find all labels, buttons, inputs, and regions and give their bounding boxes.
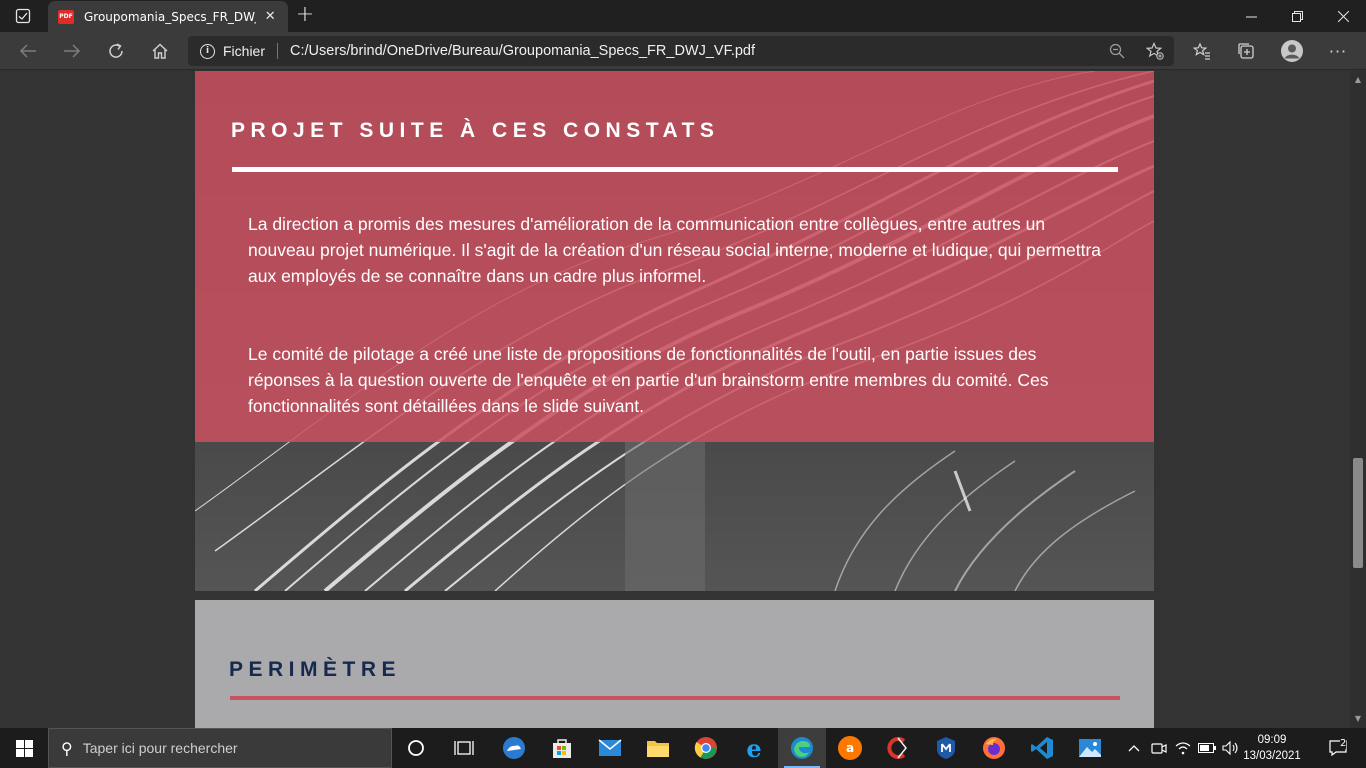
start-button[interactable] [0, 728, 48, 768]
mail-icon[interactable] [586, 728, 634, 768]
file-explorer-icon[interactable] [634, 728, 682, 768]
cortana-icon[interactable] [392, 728, 440, 768]
pdf-page-next: PERIMÈTRE [195, 600, 1154, 728]
paragraph-comite: Le comité de pilotage a créé une liste d… [248, 344, 1049, 416]
address-scheme: Fichier [223, 43, 266, 59]
internet-explorer-icon[interactable]: e [730, 728, 778, 768]
photos-icon[interactable] [1066, 728, 1114, 768]
more-options-icon[interactable]: ··· [1322, 36, 1354, 66]
pdf-file-icon: PDF [58, 9, 74, 24]
scrollbar-thumb[interactable] [1353, 458, 1363, 568]
notification-center-icon[interactable]: 2 [1318, 728, 1358, 768]
volume-icon[interactable] [1220, 728, 1242, 768]
scroll-down-icon[interactable]: ▼ [1350, 712, 1366, 726]
pdf-page: PROJET SUITE À CES CONSTATS La direction… [195, 71, 1154, 591]
search-placeholder: Taper ici pour rechercher [82, 740, 238, 756]
pdf-viewport: PROJET SUITE À CES CONSTATS La direction… [0, 71, 1366, 728]
microsoft-store-icon[interactable] [538, 728, 586, 768]
battery-icon[interactable] [1196, 728, 1218, 768]
address-url[interactable]: C:/Users/brind/OneDrive/Bureau/Groupoman… [290, 43, 755, 59]
forward-icon[interactable] [56, 36, 88, 66]
title-underline-red [230, 696, 1120, 700]
meet-now-icon[interactable] [1148, 728, 1170, 768]
tab-close-icon[interactable]: ✕ [262, 9, 278, 24]
taskbar-search[interactable]: ⚲ Taper ici pour rechercher [48, 728, 392, 768]
windows-logo-icon [15, 739, 33, 757]
refresh-icon[interactable] [100, 36, 132, 66]
show-hidden-icons[interactable] [1124, 728, 1144, 768]
browser-tab-active[interactable]: PDF Groupomania_Specs_FR_DWJ_VF.pdf ✕ [48, 1, 288, 32]
avast-icon[interactable]: a [826, 728, 874, 768]
onedrive-icon[interactable] [490, 728, 538, 768]
new-tab-icon[interactable]: + [292, 3, 318, 29]
wifi-icon[interactable] [1172, 728, 1194, 768]
section-title-perimetre: PERIMÈTRE [229, 658, 402, 681]
windows-taskbar: ⚲ Taper ici pour rechercher e a 09:09 13… [0, 728, 1366, 768]
restore-icon[interactable] [1274, 0, 1320, 32]
close-window-icon[interactable] [1320, 0, 1366, 32]
address-separator [277, 43, 279, 59]
title-underline [232, 167, 1118, 172]
add-favorite-icon[interactable] [1140, 36, 1170, 66]
notification-count: 2 [1340, 738, 1347, 749]
vertical-scrollbar[interactable]: ▲ ▼ [1350, 71, 1366, 728]
search-icon: ⚲ [61, 738, 73, 758]
profile-avatar-icon[interactable] [1276, 36, 1308, 66]
firefox-icon[interactable] [970, 728, 1018, 768]
chrome-icon[interactable] [682, 728, 730, 768]
info-icon[interactable]: i [200, 43, 215, 59]
zoom-out-icon[interactable] [1102, 36, 1132, 66]
paragraph-direction: La direction a promis des mesures d'amél… [248, 214, 1102, 286]
vscode-icon[interactable] [1018, 728, 1066, 768]
clock-date: 13/03/2021 [1243, 750, 1301, 762]
edge-icon[interactable] [778, 728, 826, 768]
back-icon[interactable] [12, 36, 44, 66]
browser-toolbar: i Fichier C:/Users/brind/OneDrive/Bureau… [0, 32, 1366, 70]
tab-actions-icon[interactable] [8, 4, 38, 28]
collections-icon[interactable] [1230, 36, 1262, 66]
ccleaner-icon[interactable] [874, 728, 922, 768]
minimize-icon[interactable] [1228, 0, 1274, 32]
favorites-icon[interactable] [1186, 36, 1218, 66]
task-view-icon[interactable] [440, 728, 488, 768]
scroll-up-icon[interactable]: ▲ [1350, 73, 1366, 87]
home-icon[interactable] [144, 36, 176, 66]
browser-titlebar: PDF Groupomania_Specs_FR_DWJ_VF.pdf ✕ + [0, 0, 1366, 32]
malwarebytes-icon[interactable] [922, 728, 970, 768]
section-title-projet: PROJET SUITE À CES CONSTATS [231, 119, 720, 142]
system-clock[interactable]: 09:09 13/03/2021 [1242, 728, 1302, 768]
tab-title: Groupomania_Specs_FR_DWJ_VF.pdf [84, 9, 256, 24]
clock-time: 09:09 [1257, 734, 1287, 746]
address-bar[interactable]: i Fichier C:/Users/brind/OneDrive/Bureau… [188, 36, 1174, 66]
